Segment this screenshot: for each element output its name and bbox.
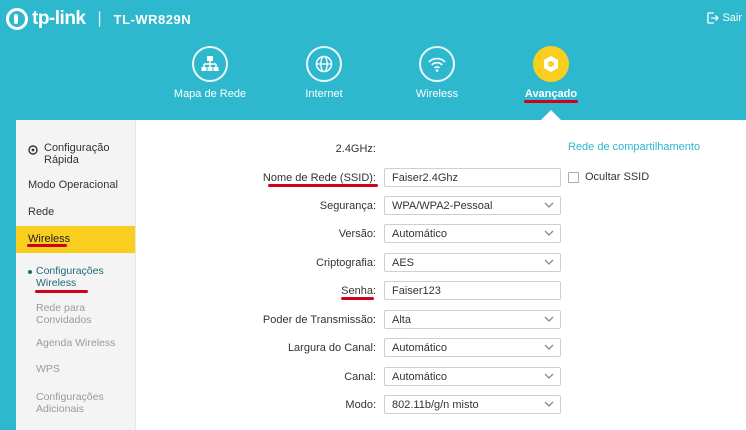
ssid-input[interactable]: Faiser2.4Ghz [384,168,561,187]
mode-select[interactable]: 802.11b/g/n misto [384,395,561,414]
channel-value: Automático [392,371,448,383]
mode-label: Modo: [345,399,376,411]
wireless-settings-annotation-underline [35,290,88,293]
sidebar-item-quick-setup[interactable]: Configuração Rápida [16,142,135,166]
ssid-annotation-underline [268,184,378,187]
encryption-label: Criptografia: [316,257,376,269]
chevron-down-icon [544,344,554,350]
sidebar-sub-label-guest-network: Rede para Convidados [36,302,92,326]
sidebar-sub-additional-settings[interactable]: Configurações Adicionais [16,391,135,415]
security-value: WPA/WPA2-Pessoal [392,200,493,212]
sidebar-label-quick-setup: Configuração Rápida [44,142,110,166]
tp-link-logo-icon [6,8,28,30]
advanced-gear-icon [533,46,569,82]
channel-width-select[interactable]: Automático [384,338,561,357]
hide-ssid-checkbox[interactable] [568,171,579,183]
hide-ssid-option[interactable]: Ocultar SSID [568,171,649,183]
channel-width-label: Largura do Canal: [287,342,376,354]
chevron-down-icon [544,259,554,265]
logout-button[interactable]: Sair [707,12,742,24]
chevron-down-icon [544,316,554,322]
nav-label-advanced: Avançado [524,88,578,100]
tx-power-select[interactable]: Alta [384,310,561,329]
globe-icon [306,46,342,82]
nav-internet[interactable]: Internet [269,46,379,100]
hide-ssid-label: Ocultar SSID [585,171,650,183]
nav-label-internet: Internet [305,88,343,100]
version-label: Versão: [338,228,376,240]
main-panel: Configuração Rápida Modo Operacional Red… [16,120,746,430]
logo-separator: | [97,10,102,27]
password-annotation-underline [341,297,374,300]
encryption-value: AES [392,257,415,269]
chevron-down-icon [544,401,554,407]
sidebar-sub-wireless-settings[interactable]: Configurações Wireless [16,265,135,289]
current-item-dot [28,270,32,274]
ssid-label: Nome de Rede (SSID): [262,172,376,184]
channel-width-value: Automático [392,342,448,354]
network-map-icon [192,46,228,82]
quick-setup-gear-icon [28,145,38,155]
model-name: TL-WR829N [113,11,192,27]
chevron-down-icon [544,202,554,208]
tx-power-value: Alta [392,314,411,326]
sidebar-sub-guest-network[interactable]: Rede para Convidados [16,302,135,326]
security-select[interactable]: WPA/WPA2-Pessoal [384,196,561,215]
sidebar-item-network[interactable]: Rede [16,206,135,220]
security-label: Segurança: [319,200,376,212]
mode-value: 802.11b/g/n misto [392,399,479,411]
sidebar-label-network: Rede [28,206,55,218]
top-header: tp-link | TL-WR829N Sair Mapa de Rede In… [0,0,746,120]
sidebar-sub-label-wireless-schedule: Agenda Wireless [36,337,116,349]
logout-icon [707,12,720,24]
active-nav-pointer [541,110,561,120]
wireless-sidebar-annotation-underline [27,244,67,247]
password-input[interactable]: Faiser123 [384,281,561,300]
nav-label-wireless: Wireless [415,88,459,100]
logout-label: Sair [722,12,742,24]
channel-select[interactable]: Automático [384,367,561,386]
version-value: Automático [392,228,448,240]
nav-network-map[interactable]: Mapa de Rede [155,46,265,100]
band-label: 2.4GHz: [335,143,376,155]
sidebar-sub-label-wireless-settings: Configurações Wireless [36,265,104,289]
sidebar-sub-wireless-schedule[interactable]: Agenda Wireless [16,337,135,349]
sidebar-item-wireless[interactable]: Wireless [16,226,135,253]
nav-label-network-map: Mapa de Rede [173,88,247,100]
encryption-select[interactable]: AES [384,253,561,272]
password-label: Senha: [341,285,376,297]
sidebar: Configuração Rápida Modo Operacional Red… [16,120,136,430]
sidebar-item-operation-mode[interactable]: Modo Operacional [16,179,135,193]
channel-label: Canal: [344,371,376,383]
wifi-icon [419,46,455,82]
advanced-annotation-underline [524,100,578,103]
sidebar-label-operation-mode: Modo Operacional [28,179,118,191]
share-network-link[interactable]: Rede de compartilhamento [568,141,700,153]
main-nav: Mapa de Rede Internet Wireless Avançado [0,46,746,106]
tp-link-logo: tp-link | TL-WR829N [6,8,191,30]
sidebar-sub-label-additional-settings: Configurações Adicionais [36,391,104,415]
nav-wireless[interactable]: Wireless [382,46,492,100]
sidebar-sub-wps[interactable]: WPS [16,363,135,375]
sidebar-sub-label-wps: WPS [36,363,60,375]
nav-advanced[interactable]: Avançado [496,46,606,100]
version-select[interactable]: Automático [384,224,561,243]
chevron-down-icon [544,230,554,236]
tx-power-label: Poder de Transmissão: [262,314,376,326]
logo-text: tp-link [32,8,86,29]
chevron-down-icon [544,373,554,379]
